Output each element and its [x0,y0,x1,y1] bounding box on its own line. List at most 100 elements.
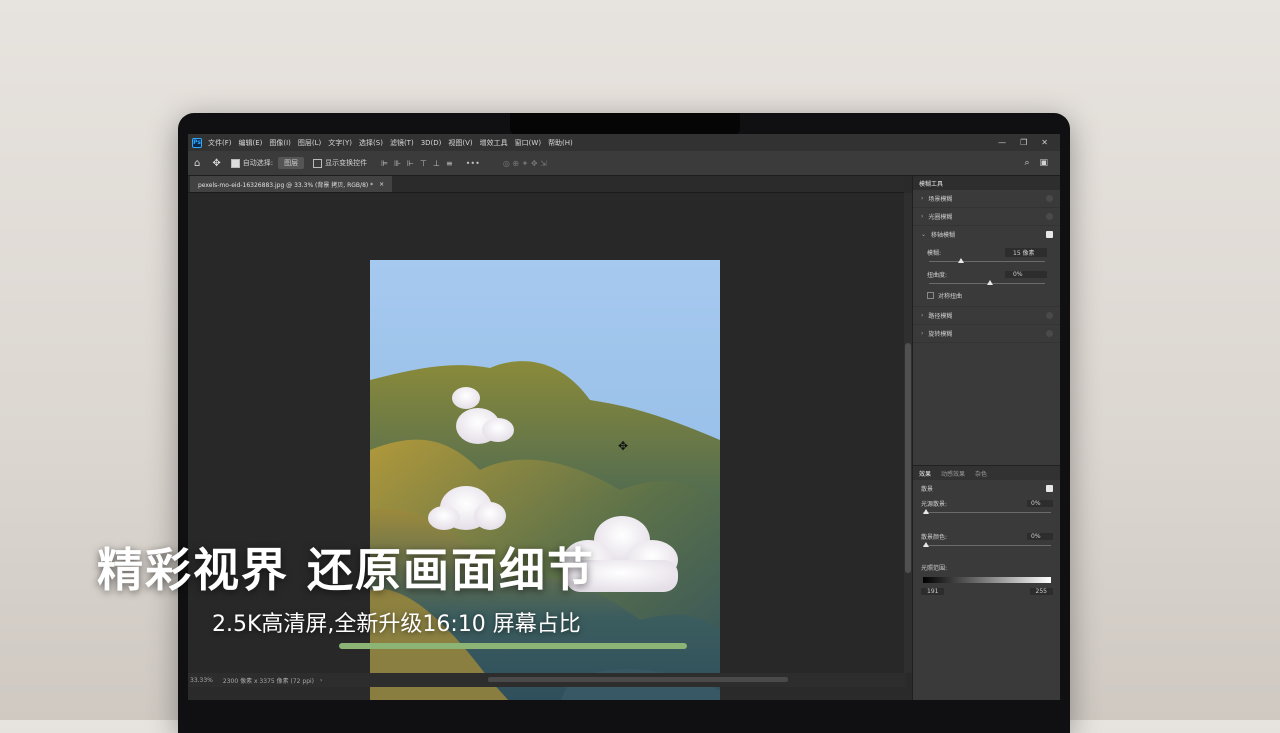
blur-item-label: 场景模糊 [928,196,953,203]
menu-layer[interactable]: 图层(L) [298,138,321,148]
range-high-field[interactable]: 255 [1029,588,1053,595]
bokeh-label: 散景 [921,485,934,493]
menu-plugins[interactable]: 增效工具 [480,138,508,148]
expand-arrow-icon[interactable]: › [921,312,923,319]
light-bokeh-slider[interactable] [923,509,1051,516]
align-center-icon[interactable]: ⊪ [394,159,401,168]
collapse-arrow-icon[interactable]: ⌄ [921,231,926,238]
menu-filter[interactable]: 滤镜(T) [390,138,414,148]
blur-toggle[interactable] [1046,312,1053,319]
photoshop-logo-icon: Ps [192,137,202,148]
expand-arrow-icon[interactable]: › [921,195,923,202]
bokeh-color-label: 散景颜色: [921,533,948,541]
horizontal-scrollbar[interactable] [488,677,788,682]
light-bokeh-field[interactable]: 0% [1027,499,1053,507]
menu-select[interactable]: 选择(S) [359,138,383,148]
menu-edit[interactable]: 编辑(E) [239,138,263,148]
blur-amount-label: 模糊: [927,250,942,257]
align-middle-icon[interactable]: ⊥ [433,159,440,168]
menu-type[interactable]: 文字(Y) [328,138,352,148]
light-range-label: 光照范围: [921,564,948,572]
blur-amount-field[interactable]: 15 像素 [1005,248,1047,257]
light-range-gradient[interactable] [923,577,1051,583]
tab-close-icon[interactable]: × [379,181,384,188]
menu-3d[interactable]: 3D(D) [421,139,442,147]
menu-view[interactable]: 视图(V) [448,138,472,148]
blur-item-label: 光圈模糊 [928,214,953,221]
close-icon[interactable]: ✕ [1041,138,1048,147]
range-low-field[interactable]: 191 [921,588,945,595]
blur-item-spin[interactable]: › 旋转模糊 [913,325,1060,343]
slider-knob[interactable] [923,542,929,547]
search-icon[interactable]: ⌕ [1024,158,1029,168]
3d-mode-icon[interactable]: ◎ ⊕ ✦ ✥ ⇲ [503,159,547,168]
workspace-icon[interactable]: ▣ [1039,158,1048,168]
options-bar: ⌂ ✥ 自动选择: 图层 显示变换控件 ⊫ ⊪ ⊩ ⊤ ⊥ ≡ ••• ◎ ⊕ … [188,151,1060,176]
effects-tabbar: 效果 动感效果 杂色 [913,465,1060,480]
blur-toggle[interactable] [1046,213,1053,220]
menu-image[interactable]: 图像(I) [269,138,291,148]
more-options-icon[interactable]: ••• [466,159,480,168]
distortion-field[interactable]: 0% [1005,271,1047,278]
align-left-icon[interactable]: ⊫ [381,159,388,168]
zoom-level[interactable]: 33.33% [190,677,213,684]
menu-help[interactable]: 帮助(H) [548,138,573,148]
window-controls: — ❐ ✕ [998,138,1048,147]
svg-text:✥: ✥ [618,439,628,453]
restore-icon[interactable]: ❐ [1020,138,1027,147]
show-transform-checkbox[interactable] [313,158,323,168]
vertical-scrollbar[interactable] [904,193,912,673]
show-transform-label: 显示变换控件 [325,159,368,167]
auto-select-checkbox[interactable] [230,158,240,168]
menu-window[interactable]: 窗口(W) [515,138,541,148]
blur-item-iris[interactable]: › 光圈模糊 [913,208,1060,226]
blur-toggle[interactable] [1046,195,1053,202]
symmetric-distortion-checkbox[interactable] [927,292,934,299]
minimize-icon[interactable]: — [998,138,1006,147]
expand-arrow-icon[interactable]: › [921,213,923,220]
blur-tools-panel: 模糊工具 › 场景模糊 › 光圈模糊 ⌄ 移轴模糊 模糊: 15 像素 扭曲度:… [912,176,1060,700]
tilt-shift-params: 模糊: 15 像素 扭曲度: 0% 对称扭曲 [913,243,1060,300]
canvas-area[interactable]: ✥ [188,193,904,700]
panel-title: 模糊工具 [913,176,1060,190]
camera-notch [510,113,740,135]
slider-knob[interactable] [923,509,929,514]
document-tab[interactable]: pexels-mo-eid-16326883.jpg @ 33.3% (背景 拷… [190,176,393,192]
blur-toggle[interactable] [1046,330,1053,337]
expand-arrow-icon[interactable]: › [921,330,923,337]
headline-caption: 精彩视界 还原画面细节 [97,543,596,597]
auto-select-label: 自动选择: [242,159,274,167]
align-right-icon[interactable]: ⊩ [407,159,414,168]
align-top-icon[interactable]: ⊤ [420,159,427,168]
home-icon[interactable]: ⌂ [194,158,200,169]
blur-item-field[interactable]: › 场景模糊 [913,190,1060,208]
auto-select-dropdown[interactable]: 图层 [278,157,305,169]
blur-item-tilt-shift[interactable]: ⌄ 移轴模糊 [913,226,1060,243]
bokeh-color-field[interactable]: 0% [1027,532,1053,540]
document-tab-title: pexels-mo-eid-16326883.jpg @ 33.3% (背景 拷… [198,181,374,189]
document-info: 2300 像素 x 3375 像素 (72 ppi) [222,677,315,685]
menu-file[interactable]: 文件(F) [208,138,232,148]
distortion-slider[interactable] [929,280,1045,287]
slider-knob[interactable] [958,258,964,263]
symmetric-distortion-label: 对称扭曲 [938,293,963,300]
bokeh-color-slider[interactable] [923,542,1051,549]
move-tool-icon[interactable]: ✥ [212,158,220,169]
blur-item-label: 路径模糊 [928,313,953,320]
slider-knob[interactable] [987,280,993,285]
menubar: Ps 文件(F) 编辑(E) 图像(I) 图层(L) 文字(Y) 选择(S) 滤… [188,134,1060,151]
distribute-icon[interactable]: ≡ [446,159,453,168]
blur-item-path[interactable]: › 路径模糊 [913,306,1060,325]
caption-accent-bar [339,643,687,649]
tab-motion-effects[interactable]: 动感效果 [941,469,965,478]
distortion-label: 扭曲度: [927,272,948,279]
blur-toggle-checked[interactable] [1046,231,1053,238]
tab-effects[interactable]: 效果 [919,469,931,478]
status-bar: 33.33% 2300 像素 x 3375 像素 (72 ppi) › [188,673,906,687]
bokeh-checkbox[interactable] [1046,484,1053,492]
blur-item-label: 旋转模糊 [928,331,953,338]
blur-amount-slider[interactable] [929,258,1045,265]
tab-noise[interactable]: 杂色 [975,469,987,478]
vertical-scroll-thumb[interactable] [905,343,911,573]
status-arrow-icon[interactable]: › [320,677,322,684]
